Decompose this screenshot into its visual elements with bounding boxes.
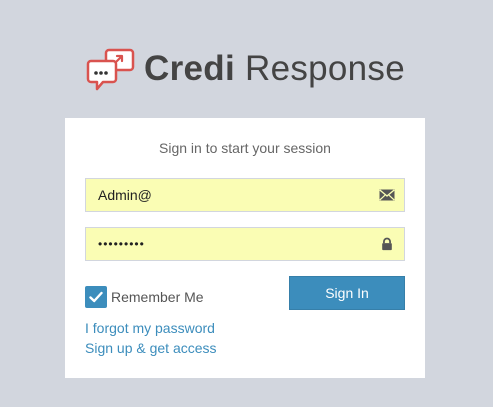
brand-logo: Credi Response (86, 46, 405, 92)
login-box: Sign in to start your session Remember M… (65, 118, 425, 378)
envelope-icon (379, 189, 395, 201)
forgot-password-link[interactable]: I forgot my password (85, 320, 215, 336)
brand-name-regular: Response (245, 49, 406, 88)
login-subtitle: Sign in to start your session (159, 140, 331, 156)
checkmark-icon (89, 291, 103, 303)
email-field (85, 178, 405, 212)
email-input[interactable] (86, 179, 366, 211)
password-field (85, 227, 405, 261)
remember-me-label[interactable]: Remember Me (111, 289, 204, 305)
remember-me: Remember Me (85, 286, 204, 308)
brand-name: Credi Response (144, 49, 405, 89)
chat-bubbles-share-icon (86, 48, 135, 91)
sign-in-button[interactable]: Sign In (289, 276, 405, 310)
sign-up-link[interactable]: Sign up & get access (85, 340, 217, 356)
brand-name-bold: Credi (144, 49, 235, 88)
remember-me-checkbox[interactable] (85, 286, 107, 308)
lock-icon (382, 237, 392, 251)
password-input[interactable] (86, 228, 366, 260)
